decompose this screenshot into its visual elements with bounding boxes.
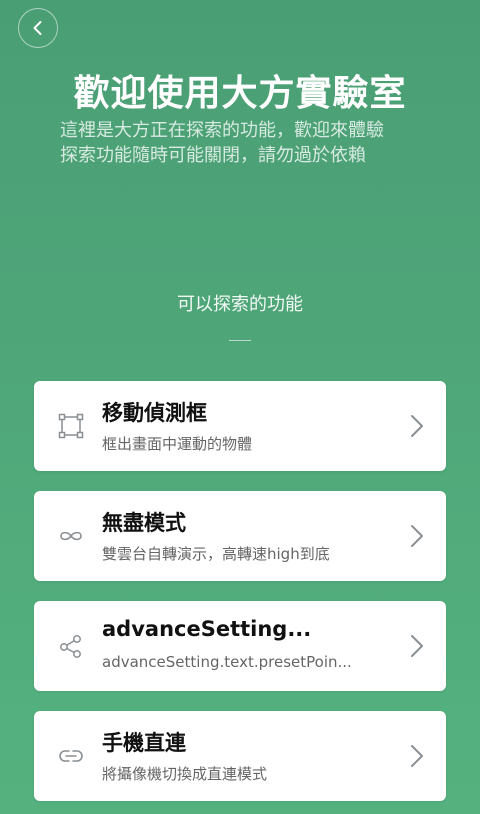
feature-name: 手機直連 bbox=[102, 731, 186, 755]
feature-description: 雙雲台自轉演示，高轉速high到底 bbox=[102, 545, 330, 563]
share-nodes-icon bbox=[56, 631, 86, 661]
chevron-right-icon bbox=[410, 524, 424, 548]
back-button[interactable] bbox=[18, 8, 58, 48]
feature-description: 框出畫面中運動的物體 bbox=[102, 435, 253, 453]
feature-description: advanceSetting.text.presetPoin... bbox=[102, 653, 352, 671]
feature-card-motion-detection[interactable]: 移動偵測框 框出畫面中運動的物體 bbox=[34, 381, 446, 471]
bounding-box-icon bbox=[56, 411, 86, 441]
feature-description: 將攝像機切換成直連模式 bbox=[102, 765, 268, 783]
chevron-right-icon bbox=[410, 634, 424, 658]
subtitle-line-2: 探索功能隨時可能關閉，請勿過於依賴 bbox=[60, 145, 366, 166]
infinity-icon bbox=[56, 521, 86, 551]
chevron-left-icon bbox=[33, 21, 42, 35]
feature-card-endless-mode[interactable]: 無盡模式 雙雲台自轉演示，高轉速high到底 bbox=[34, 491, 446, 581]
page-title: 歡迎使用大方實驗室 bbox=[73, 73, 407, 114]
section-divider bbox=[229, 340, 251, 341]
feature-card-direct-connect[interactable]: 手機直連 將攝像機切換成直連模式 bbox=[34, 711, 446, 801]
subtitle-line-1: 這裡是大方正在探索的功能，歡迎來體驗 bbox=[60, 120, 384, 141]
chevron-right-icon bbox=[410, 414, 424, 438]
page-subtitle: 這裡是大方正在探索的功能，歡迎來體驗 探索功能隨時可能關閉，請勿過於依賴 bbox=[60, 118, 440, 168]
feature-name: 移動偵測框 bbox=[102, 401, 207, 425]
link-icon bbox=[56, 741, 86, 771]
feature-card-advance-setting[interactable]: advanceSetting... advanceSetting.text.pr… bbox=[34, 601, 446, 691]
feature-name: advanceSetting... bbox=[102, 617, 312, 641]
section-title: 可以探索的功能 bbox=[177, 294, 303, 315]
feature-name: 無盡模式 bbox=[102, 511, 186, 535]
chevron-right-icon bbox=[410, 744, 424, 768]
